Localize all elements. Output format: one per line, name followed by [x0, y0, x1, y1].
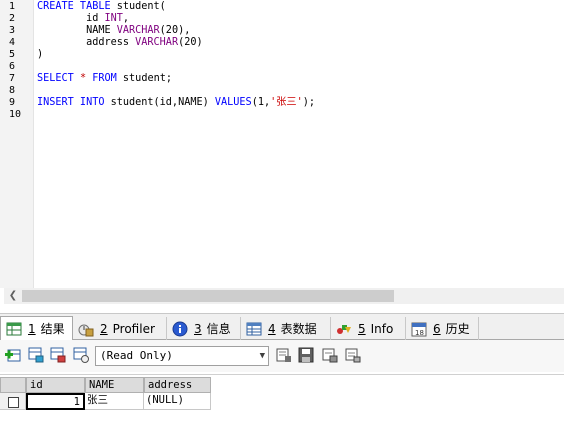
info-icon [172, 321, 188, 337]
tab-label: 信息 [206, 322, 231, 336]
tab-results[interactable]: 1 结果 [0, 316, 73, 340]
code-token: NAME [37, 25, 117, 36]
code-token: SELECT [37, 73, 74, 84]
code-token: CREATE TABLE [37, 1, 111, 12]
calendar-history-icon: 18 [411, 321, 427, 337]
code-token: '张三' [270, 97, 303, 108]
tab-table-data[interactable]: 4 表数据 [241, 317, 331, 340]
code-token: INSERT INTO [37, 97, 105, 108]
line-number: 10 [9, 109, 22, 120]
code-line[interactable]: ) [37, 49, 43, 61]
code-token: , [122, 13, 130, 24]
code-token: ); [302, 97, 316, 108]
result-tabs: 1 结果 2 Profiler 3 信息 4 表数据 5 Info 18 6 历… [0, 313, 564, 340]
line-number: 7 [9, 73, 16, 84]
tab-label: Info [370, 321, 394, 336]
copy-icon[interactable] [322, 347, 338, 363]
code-line[interactable]: NAME VARCHAR(20), [37, 25, 190, 37]
line-number: 9 [9, 97, 16, 108]
table-cell-name[interactable]: 张三 [85, 393, 144, 410]
code-token: (1, [251, 97, 271, 108]
row-checkbox[interactable] [8, 397, 19, 408]
code-token: id [37, 13, 105, 24]
profiler-icon [78, 321, 94, 337]
code-token: VALUES [214, 97, 252, 108]
code-line[interactable]: SELECT * FROM student; [37, 73, 172, 85]
line-number: 8 [9, 85, 16, 96]
code-line[interactable]: INSERT INTO student(id,NAME) VALUES(1,'张… [37, 97, 315, 109]
svg-text:18: 18 [415, 329, 424, 337]
line-number: 6 [9, 61, 16, 72]
sql-editor[interactable]: 1 2 3 4 5 6 7 8 9 10 CREATE TABLE student( id INT… [0, 0, 564, 288]
tab-info[interactable]: 5 Info [331, 317, 406, 340]
results-grid-icon [6, 321, 22, 337]
export-icon[interactable] [276, 347, 292, 363]
table-cell-address[interactable]: (NULL) [144, 393, 211, 410]
shapes-info-icon [336, 321, 352, 337]
tab-messages[interactable]: 3 信息 [167, 317, 241, 340]
tab-label: 结果 [40, 322, 65, 336]
code-token: student(id,NAME) [104, 97, 215, 108]
column-header-address[interactable]: address [144, 377, 211, 393]
tab-number: 1 [28, 321, 36, 336]
code-token: address [37, 37, 136, 48]
editor-horizontal-scrollbar[interactable]: ❮ [4, 288, 564, 304]
code-token: ) [37, 49, 44, 60]
table-cell-id[interactable]: 1 [26, 393, 85, 410]
code-token: student; [116, 73, 172, 84]
table-data-icon [246, 321, 262, 337]
scrollbar-thumb[interactable] [22, 290, 394, 302]
column-header-name[interactable]: NAME [85, 377, 144, 393]
tab-label: 表数据 [280, 322, 317, 336]
line-number: 4 [9, 37, 16, 48]
delete-row-icon[interactable] [73, 347, 89, 363]
code-token: INT [104, 13, 123, 24]
code-token: VARCHAR [116, 25, 160, 36]
column-header-id[interactable]: id [26, 377, 85, 393]
code-token: VARCHAR [135, 37, 179, 48]
result-toolbar [0, 340, 564, 372]
save-row-icon[interactable] [50, 347, 66, 363]
tab-label: Profiler [112, 321, 155, 336]
code-line[interactable]: id INT, [37, 13, 129, 25]
row-header-corner [0, 377, 26, 393]
tab-profiler[interactable]: 2 Profiler [73, 317, 167, 340]
scroll-left-arrow-icon[interactable]: ❮ [6, 289, 20, 303]
code-line[interactable]: CREATE TABLE student( [37, 1, 166, 13]
line-number: 3 [9, 25, 16, 36]
code-token: (20) [178, 37, 203, 48]
edit-mode-select[interactable]: (Read Only) ▼ [95, 346, 269, 366]
line-number: 1 [9, 1, 16, 12]
tab-number: 3 [194, 321, 202, 336]
tab-label: 历史 [445, 322, 470, 336]
tab-number: 2 [100, 321, 108, 336]
duplicate-row-icon[interactable] [28, 347, 44, 363]
tab-number: 6 [433, 321, 441, 336]
line-number: 5 [9, 49, 16, 60]
code-line[interactable]: address VARCHAR(20) [37, 37, 203, 49]
code-token: (20), [159, 25, 191, 36]
tab-history[interactable]: 18 6 历史 [406, 317, 479, 340]
result-grid: id NAME address 1 张三 (NULL) [0, 374, 564, 422]
view-icon[interactable] [345, 347, 361, 363]
code-token: FROM [92, 73, 117, 84]
line-number-gutter: 1 2 3 4 5 6 7 8 9 10 [0, 0, 34, 288]
line-number: 2 [9, 13, 16, 24]
chevron-down-icon[interactable]: ▼ [260, 347, 265, 365]
tab-number: 4 [268, 321, 276, 336]
tab-number: 5 [358, 321, 366, 336]
edit-mode-value: (Read Only) [100, 349, 173, 362]
insert-row-icon[interactable] [5, 347, 21, 363]
save-icon[interactable] [298, 347, 314, 363]
code-token: student( [110, 1, 166, 12]
